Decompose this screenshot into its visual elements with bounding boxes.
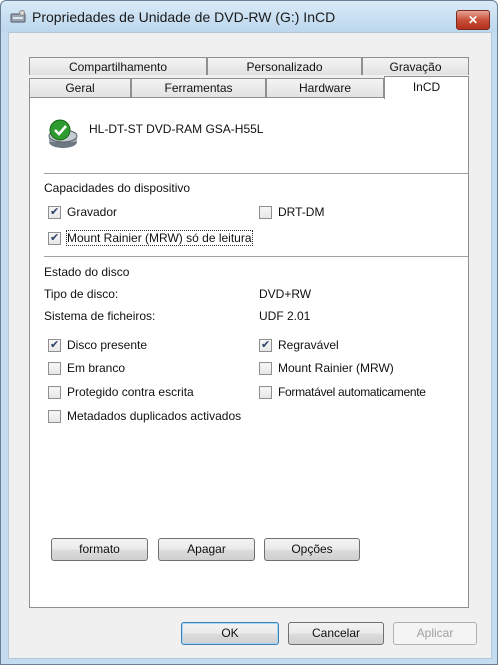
gravador-label: Gravador (67, 205, 118, 219)
mrw-readonly-label: Mount Rainier (MRW) só de leitura (66, 230, 253, 246)
tab-label: Hardware (298, 81, 352, 95)
window-title: Propriedades de Unidade de DVD-RW (G:) I… (32, 9, 336, 25)
regravavel-checkbox[interactable] (259, 338, 272, 352)
title-bar[interactable]: Propriedades de Unidade de DVD-RW (G:) I… (1, 1, 497, 32)
tab-ferramentas[interactable]: Ferramentas (131, 78, 266, 98)
tab-geral[interactable]: Geral (29, 78, 131, 98)
gravador-checkbox[interactable] (48, 205, 61, 219)
cancel-button[interactable]: Cancelar (288, 622, 384, 645)
disco-presente-checkbox[interactable] (48, 338, 61, 352)
tab-label: Ferramentas (164, 81, 233, 95)
separator (44, 173, 468, 174)
disc-state-heading: Estado do disco (44, 265, 130, 279)
drive-ok-icon (46, 118, 80, 150)
metadados-checkbox[interactable] (48, 410, 61, 423)
tab-label: InCD (412, 80, 441, 94)
device-name: HL-DT-ST DVD-RAM GSA-H55L (89, 122, 264, 136)
tab-incd[interactable]: InCD (384, 76, 469, 99)
protegido-label: Protegido contra escrita (67, 385, 194, 399)
formatavel-label: Formatável automaticamente (278, 385, 426, 399)
tab-label: Gravação (389, 60, 442, 74)
formato-button[interactable]: formato (51, 538, 148, 561)
tab-compartilhamento[interactable]: Compartilhamento (29, 57, 207, 75)
opcoes-button[interactable]: Opções (264, 538, 360, 561)
drive-icon (10, 10, 26, 24)
apagar-button[interactable]: Apagar (158, 538, 255, 561)
metadados-label: Metadados duplicados activados (67, 409, 242, 423)
filesystem-label: Sistema de ficheiros: (44, 309, 156, 323)
regravavel-label: Regravável (278, 338, 339, 352)
tab-hardware[interactable]: Hardware (266, 78, 384, 98)
separator (44, 256, 468, 257)
tab-label: Geral (65, 81, 95, 95)
mount-rainier-checkbox[interactable] (259, 362, 272, 375)
drt-dm-checkbox[interactable] (259, 206, 272, 219)
mount-rainier-label: Mount Rainier (MRW) (278, 361, 394, 375)
formatavel-checkbox[interactable] (259, 386, 272, 399)
tab-gravacao[interactable]: Gravação (362, 57, 469, 75)
tab-label: Personalizado (246, 60, 323, 74)
drt-dm-label: DRT-DM (278, 205, 325, 219)
em-branco-checkbox[interactable] (48, 362, 61, 375)
tab-personalizado[interactable]: Personalizado (207, 57, 362, 75)
protegido-checkbox[interactable] (48, 386, 61, 399)
disc-type-value: DVD+RW (259, 287, 312, 301)
filesystem-value: UDF 2.01 (259, 309, 311, 323)
apply-button[interactable]: Aplicar (393, 622, 477, 645)
em-branco-label: Em branco (67, 361, 126, 375)
disco-presente-label: Disco presente (67, 338, 148, 352)
mrw-readonly-checkbox[interactable] (48, 231, 61, 245)
close-button[interactable]: ✕ (456, 10, 490, 30)
capabilities-heading: Capacidades do dispositivo (44, 181, 191, 195)
disc-type-label: Tipo de disco: (44, 287, 119, 301)
tab-label: Compartilhamento (68, 60, 168, 74)
ok-button[interactable]: OK (181, 622, 279, 645)
